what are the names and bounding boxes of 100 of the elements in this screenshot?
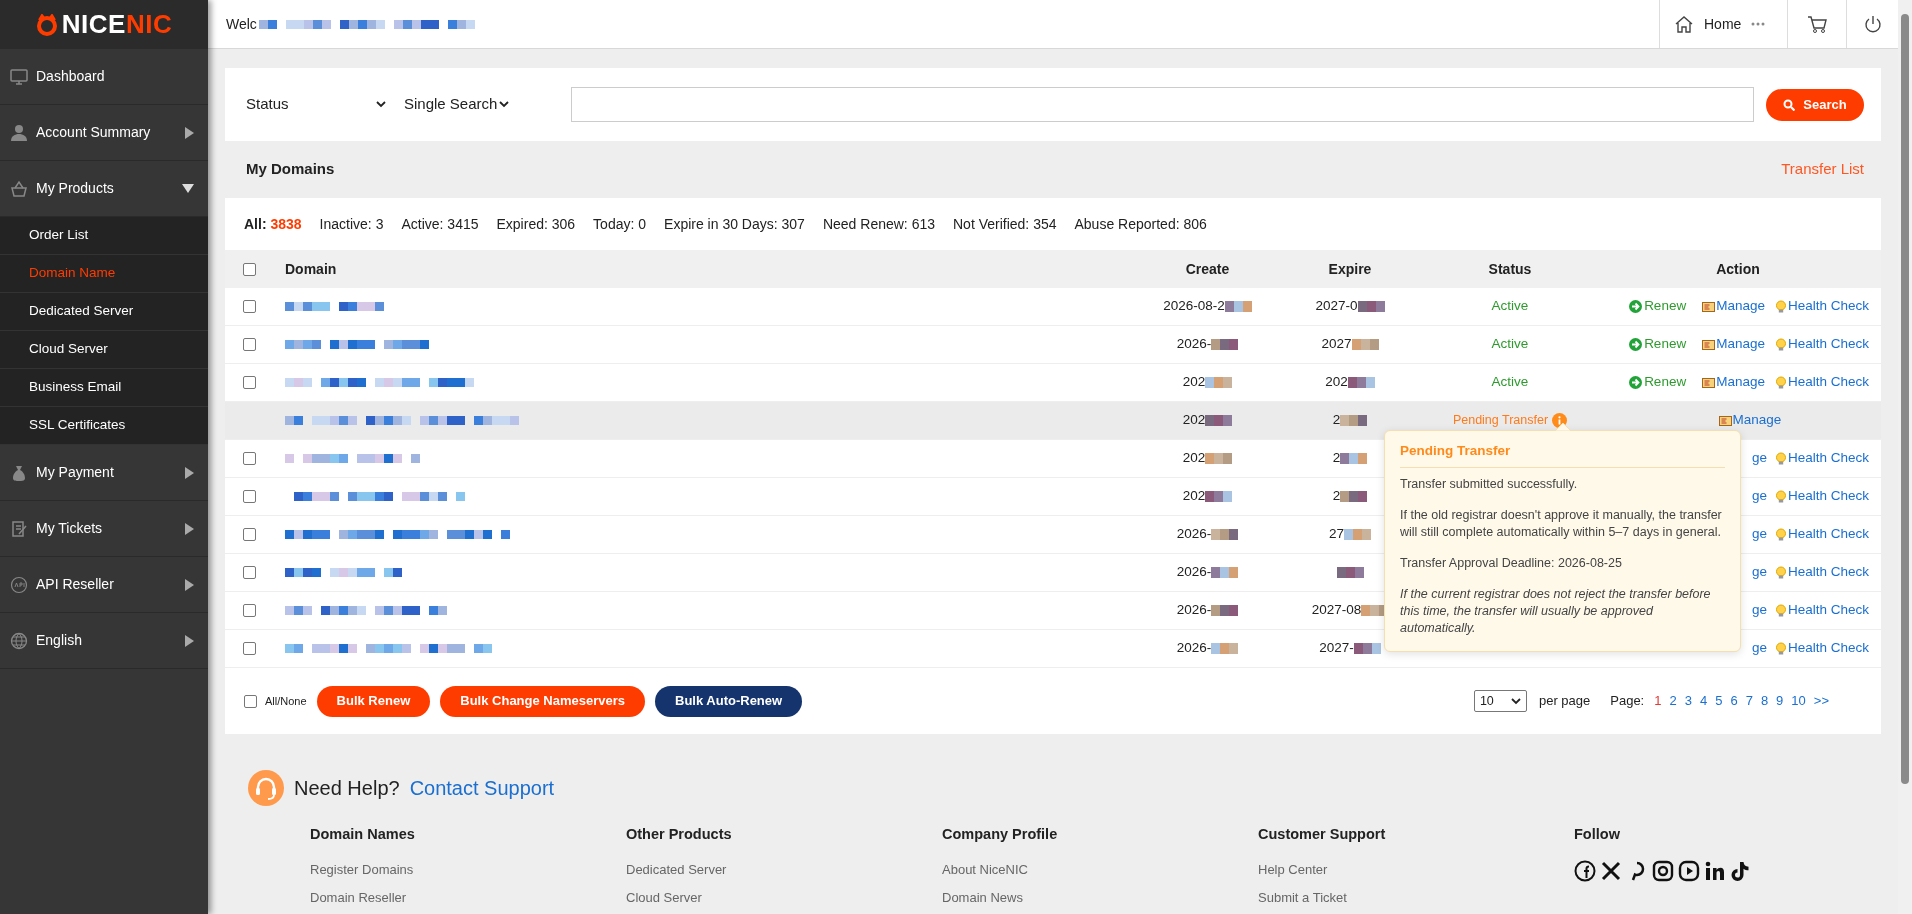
footer-link[interactable]: Domain Reseller <box>310 888 626 908</box>
health-check-link[interactable]: Health Check <box>1774 334 1869 355</box>
status-filter[interactable]: Active: 3415 <box>401 213 479 235</box>
footer-link[interactable]: Register Domains <box>310 859 626 880</box>
lightbulb-icon <box>1774 604 1787 617</box>
table-row[interactable]: 202 2 Pending Transfer Manage <box>225 402 1881 440</box>
footer-link[interactable]: Submit a Ticket <box>1258 888 1574 908</box>
submenu-item[interactable]: Order List <box>0 217 208 255</box>
search-button[interactable]: Search <box>1766 88 1864 121</box>
checkbox[interactable] <box>242 528 256 541</box>
basket-icon <box>10 179 28 198</box>
transfer-list-link[interactable]: Transfer List <box>1781 158 1864 181</box>
manage-link[interactable]: Manage <box>1718 410 1782 431</box>
manage-link[interactable]: ge <box>1751 524 1767 545</box>
renew-link[interactable]: Renew <box>1629 372 1687 393</box>
status-filter[interactable]: Expired: 306 <box>496 213 576 235</box>
manage-link[interactable]: ge <box>1751 486 1767 507</box>
health-check-link[interactable]: Health Check <box>1774 448 1869 469</box>
health-check-link[interactable]: Health Check <box>1774 296 1869 317</box>
submenu-item[interactable]: Domain Name <box>0 255 208 293</box>
footer-link[interactable]: About NiceNIC <box>942 859 1258 880</box>
column-header: Action <box>1715 259 1761 279</box>
social-icon[interactable] <box>1730 859 1752 882</box>
user-icon <box>10 123 28 142</box>
checkbox[interactable] <box>244 694 257 708</box>
lightbulb-icon <box>1774 490 1787 503</box>
help-text: Need Help? <box>294 776 400 801</box>
checkbox[interactable] <box>242 642 256 655</box>
checkbox[interactable] <box>242 376 256 389</box>
page-link[interactable]: >> <box>1813 691 1829 711</box>
checkbox[interactable] <box>242 604 256 617</box>
social-icon[interactable] <box>1678 859 1700 882</box>
submenu-item[interactable]: Cloud Server <box>0 331 208 369</box>
renew-link[interactable]: Renew <box>1629 296 1687 317</box>
home-tab[interactable]: Home <box>1659 0 1787 48</box>
sidebar-item[interactable]: Dashboard <box>0 49 208 105</box>
page-link[interactable]: 2 <box>1669 691 1677 711</box>
bulk-button[interactable]: Bulk Auto-Renew <box>655 685 803 717</box>
manage-link[interactable]: ge <box>1751 448 1767 469</box>
manage-link[interactable]: ge <box>1751 562 1767 583</box>
manage-link[interactable]: Manage <box>1702 334 1765 355</box>
footer-link[interactable]: Cloud Server <box>626 888 942 908</box>
search-mode-select[interactable]: Single Search <box>404 93 510 116</box>
page-link[interactable]: 6 <box>1730 691 1738 711</box>
page-link[interactable]: 9 <box>1776 691 1784 711</box>
sidebar-item[interactable]: My Payment <box>0 445 208 501</box>
status-select[interactable]: Status <box>246 93 386 116</box>
status-filter[interactable]: Today: 0 <box>593 213 647 235</box>
checkbox[interactable] <box>242 300 256 313</box>
health-check-link[interactable]: Health Check <box>1774 486 1869 507</box>
renew-link[interactable]: Renew <box>1629 334 1687 355</box>
status-filter[interactable]: Not Verified: 354 <box>953 213 1057 235</box>
social-icon[interactable] <box>1574 859 1596 882</box>
footer-link[interactable]: Domain News <box>942 888 1258 908</box>
page-link[interactable]: 10 <box>1791 691 1806 711</box>
footer-link[interactable]: Dedicated Server <box>626 859 942 880</box>
checkbox[interactable] <box>242 490 256 503</box>
submenu-item[interactable]: Business Email <box>0 369 208 407</box>
page-link[interactable]: 1 <box>1654 691 1662 711</box>
manage-link[interactable]: ge <box>1751 600 1767 621</box>
social-icon[interactable] <box>1652 859 1674 882</box>
manage-link[interactable]: ge <box>1751 638 1767 659</box>
checkbox[interactable] <box>242 262 256 276</box>
status-filter[interactable]: Inactive: 3 <box>319 213 384 235</box>
manage-link[interactable]: Manage <box>1702 372 1765 393</box>
bulk-button[interactable]: Bulk Change Nameservers <box>440 685 645 717</box>
status-text: Active <box>1491 373 1529 392</box>
social-icon[interactable] <box>1600 859 1622 882</box>
manage-link[interactable]: Manage <box>1702 296 1765 317</box>
page-label: Page: <box>1610 692 1645 711</box>
health-check-link[interactable]: Health Check <box>1774 524 1869 545</box>
search-field[interactable] <box>571 87 1754 122</box>
checkbox[interactable] <box>242 566 256 579</box>
footer-link[interactable]: Help Center <box>1258 859 1574 880</box>
checkbox[interactable] <box>242 338 256 351</box>
page-link[interactable]: 3 <box>1684 691 1692 711</box>
status-filter[interactable]: Abuse Reported: 806 <box>1074 213 1207 235</box>
sidebar-item[interactable]: English <box>0 613 208 669</box>
health-check-link[interactable]: Health Check <box>1774 600 1869 621</box>
page-link[interactable]: 4 <box>1699 691 1708 711</box>
status-filter[interactable]: Need Renew: 613 <box>822 213 935 235</box>
health-check-link[interactable]: Health Check <box>1774 638 1869 659</box>
submenu-item[interactable]: SSL Certificates <box>0 407 208 445</box>
sidebar-item[interactable]: Account Summary <box>0 105 208 161</box>
contact-support-link[interactable]: Contact Support <box>409 773 555 803</box>
social-icon[interactable] <box>1704 859 1726 882</box>
bulk-button[interactable]: Bulk Renew <box>316 685 431 717</box>
page-link[interactable]: 8 <box>1760 691 1769 711</box>
health-check-link[interactable]: Health Check <box>1774 372 1869 393</box>
sidebar-item[interactable]: API Reseller <box>0 557 208 613</box>
page-link[interactable]: 7 <box>1745 691 1753 711</box>
submenu-item[interactable]: Dedicated Server <box>0 293 208 331</box>
status-filter[interactable]: All: 3838 <box>244 213 302 235</box>
page-link[interactable]: 5 <box>1715 691 1723 711</box>
sidebar-item[interactable]: My Tickets <box>0 501 208 557</box>
checkbox[interactable] <box>242 452 256 465</box>
per-page-select[interactable]: 10 <box>1473 690 1527 712</box>
pixelated-text-drawing <box>1211 529 1239 540</box>
health-check-link[interactable]: Health Check <box>1774 562 1869 583</box>
status-filter[interactable]: Expire in 30 Days: 307 <box>664 213 805 235</box>
